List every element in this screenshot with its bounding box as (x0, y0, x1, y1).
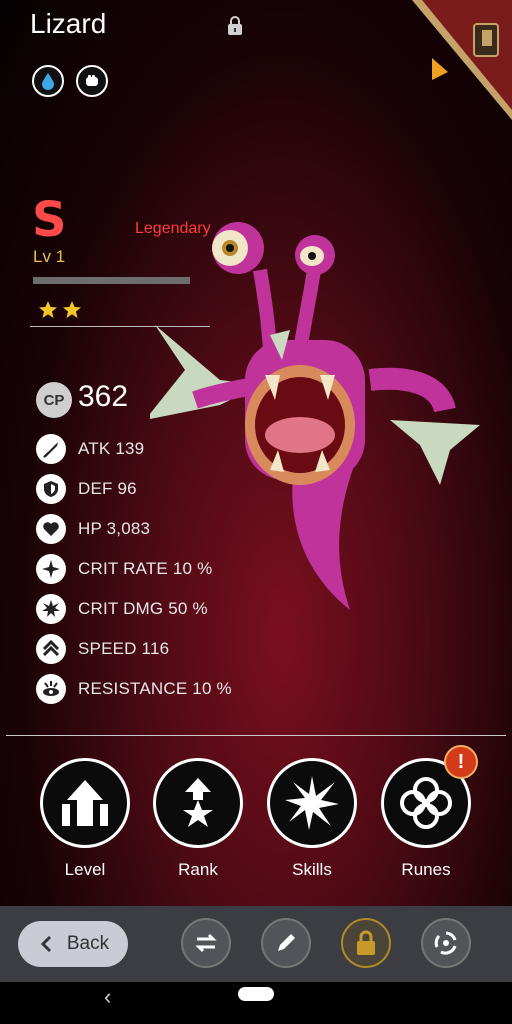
recycle-button[interactable] (421, 918, 471, 968)
stat-resistance: RESISTANCE 10 % (36, 673, 232, 705)
codex-book-icon[interactable] (412, 0, 512, 120)
padlock-icon (357, 930, 375, 955)
level-button[interactable]: Level (40, 758, 130, 880)
recycle-icon (434, 931, 457, 955)
back-button[interactable]: Back (18, 921, 128, 967)
cp-badge: CP (36, 382, 72, 418)
star-icon (39, 301, 57, 318)
water-drop-icon (32, 65, 64, 97)
fist-icon (76, 65, 108, 97)
heart-icon (36, 514, 66, 544)
chevron-left-icon (40, 935, 51, 953)
crit-dmg-icon (36, 594, 66, 624)
star-rating (38, 300, 88, 325)
runes-knot-icon (400, 777, 452, 829)
level-label: Lv 1 (33, 247, 66, 266)
stat-speed: SPEED 116 (36, 633, 169, 665)
skills-button[interactable]: Skills (267, 758, 357, 880)
speed-icon (36, 634, 66, 664)
star-icon (63, 301, 81, 318)
runes-alert-badge: ! (444, 745, 478, 779)
stat-hp: HP 3,083 (36, 513, 150, 545)
rank-button[interactable]: Rank (153, 758, 243, 880)
cp-value: 362 (78, 380, 129, 413)
system-home-pill[interactable] (238, 987, 274, 1001)
lock-icon[interactable] (226, 16, 244, 36)
lock-button[interactable] (341, 918, 391, 968)
crit-rate-icon (36, 554, 66, 584)
resistance-icon (36, 674, 66, 704)
stat-def: DEF 96 (36, 473, 137, 505)
shield-icon (36, 474, 66, 504)
level-up-arrows-icon (62, 780, 108, 826)
pencil-icon (278, 934, 295, 951)
skills-burst-icon (285, 776, 339, 830)
rank-star-icon (183, 778, 213, 827)
swap-button[interactable] (181, 918, 231, 968)
stat-crit-rate: CRIT RATE 10 % (36, 553, 212, 585)
stat-crit-dmg: CRIT DMG 50 % (36, 593, 208, 625)
monster-name: Lizard (30, 8, 107, 39)
divider (6, 735, 506, 736)
system-back-icon[interactable]: ‹ (104, 984, 111, 1010)
sword-icon (36, 434, 66, 464)
rank-letter: S (32, 192, 67, 248)
edit-button[interactable] (261, 918, 311, 968)
swap-icon (195, 933, 217, 953)
stat-atk: ATK 139 (36, 433, 144, 465)
